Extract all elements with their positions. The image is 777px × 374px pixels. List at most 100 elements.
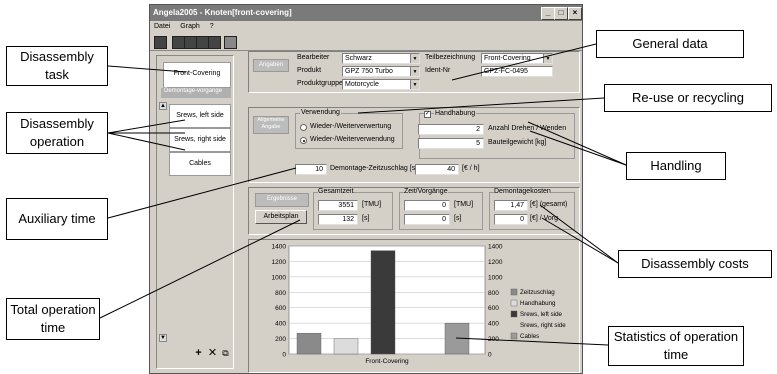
gesamtzeit-label: Gesamtzeit xyxy=(318,188,354,195)
y-tick-label-left: 200 xyxy=(275,336,286,343)
dropdown-arrow-icon: ▼ xyxy=(410,54,419,63)
zeit-tmu-field: 0 xyxy=(404,200,450,211)
dropdown-arrow-icon: ▼ xyxy=(410,67,419,76)
ergebnisse-button[interactable]: Ergebnisse xyxy=(255,193,309,207)
general-data-panel: Angaben Bearbeiter Schwarz ▼ Produkt GPZ … xyxy=(248,51,580,93)
x-category-label: Front-Covering xyxy=(365,358,409,365)
menu-bar: Datei Graph ? xyxy=(150,21,582,33)
close-icon[interactable]: × xyxy=(568,7,582,20)
y-tick-label-right: 200 xyxy=(488,336,499,343)
kosten-group: Demontagekosten 1,47 [€] (gesamt) 0 [€] … xyxy=(489,188,575,230)
drehen-field[interactable]: 2 xyxy=(418,124,484,135)
zeitzuschlag-label: Demontage-Zeitzuschlag [s] xyxy=(330,165,418,172)
main-panel: Angaben Bearbeiter Schwarz ▼ Produkt GPZ … xyxy=(238,51,580,373)
y-tick-label-left: 0 xyxy=(282,352,286,359)
window-title: Angela2005 - Knoten[front-covering] xyxy=(153,8,292,17)
y-tick-label-right: 400 xyxy=(488,321,499,328)
y-tick-label-left: 1200 xyxy=(272,259,287,266)
legend-label: Srews, right side xyxy=(520,322,566,329)
menu-datei[interactable]: Datei xyxy=(154,23,170,30)
y-tick-label-left: 400 xyxy=(275,321,286,328)
rate-field[interactable]: 40 xyxy=(415,164,459,175)
results-panel: Ergebnisse Arbeitsplan Gesamtzeit 3551 [… xyxy=(248,187,580,235)
copy-icon[interactable]: ⧉ xyxy=(220,348,231,359)
legend-swatch xyxy=(510,288,518,296)
callout-total-operation-time: Total operation time xyxy=(6,298,100,340)
delete-icon[interactable]: ✕ xyxy=(207,348,218,359)
details-panel: Allgemeine Angabe Verwendung Wieder-/Wei… xyxy=(248,107,580,183)
bearbeiter-select[interactable]: Schwarz ▼ xyxy=(342,53,420,64)
maximize-icon[interactable]: □ xyxy=(554,7,568,20)
bearbeiter-label: Bearbeiter xyxy=(297,54,330,61)
verwendung-label: Verwendung xyxy=(300,109,341,116)
legend-swatch xyxy=(510,332,518,340)
radio-weiterverwendung[interactable] xyxy=(300,137,307,144)
bar xyxy=(296,332,322,355)
y-tick-label-right: 1400 xyxy=(488,244,503,251)
minimize-icon[interactable]: _ xyxy=(541,7,555,20)
arbeitsplan-button[interactable]: Arbeitsplan xyxy=(255,210,307,224)
callout-reuse-recycling: Re-use or recycling xyxy=(604,84,772,112)
rate-label: [€ / h] xyxy=(462,165,480,172)
chart-panel: 0 0 200 200 400 400 600 600 800 800 1000 1000 1200 12… xyxy=(248,239,580,373)
menu-graph[interactable]: Graph xyxy=(180,23,199,30)
y-tick-label-right: 1000 xyxy=(488,274,503,281)
produkt-label: Produkt xyxy=(297,67,322,74)
teilbezeichnung-select[interactable]: Front-Covering ▼ xyxy=(481,53,553,64)
produkt-select[interactable]: GPZ 750 Turbo ▼ xyxy=(342,66,420,77)
legend-swatch xyxy=(510,310,518,318)
teilbezeichnung-label: Teilbezeichnung xyxy=(425,54,476,61)
zeit-vorgaenge-group: Zeit/Vorgänge 0 [TMU] 0 [s] xyxy=(399,188,483,230)
kosten-vorg-field: 0 xyxy=(494,214,528,225)
application-window: Angela2005 - Knoten[front-covering] _ □ … xyxy=(149,4,583,374)
y-tick-label-left: 1400 xyxy=(272,244,287,251)
gewicht-field[interactable]: 5 xyxy=(418,138,484,149)
operation-screws-left[interactable]: Srews, left side xyxy=(169,104,231,128)
zeitzuschlag-field[interactable]: 10 xyxy=(295,164,327,175)
callout-auxiliary-time: Auxiliary time xyxy=(6,198,108,240)
zeit-vorgaenge-label: Zeit/Vorgänge xyxy=(404,188,448,195)
bar xyxy=(333,338,359,355)
title-bar: Angela2005 - Knoten[front-covering] _ □ … xyxy=(150,5,582,21)
scroll-down-icon[interactable]: ▼ xyxy=(159,334,167,342)
legend-label: Srews, left side xyxy=(520,311,563,318)
radio-weiterverwertung[interactable] xyxy=(300,124,307,131)
s-unit: [s] xyxy=(362,215,370,222)
book-icon[interactable] xyxy=(208,36,221,49)
bar xyxy=(370,250,396,355)
angaben-tab[interactable]: Angaben xyxy=(253,59,289,72)
legend-swatch xyxy=(510,299,518,307)
menu-help[interactable]: ? xyxy=(210,23,214,30)
drehen-label: Anzahl Drehen / Wenden xyxy=(488,125,567,132)
help-icon[interactable] xyxy=(224,36,237,49)
handhabung-checkbox[interactable]: ✓ xyxy=(424,111,431,118)
operation-screws-right[interactable]: Srews, right side xyxy=(169,128,231,152)
handhabung-label: Handhabung xyxy=(434,110,477,117)
callout-general-data: General data xyxy=(596,30,744,58)
add-icon[interactable]: + xyxy=(193,348,204,359)
y-tick-label-right: 1200 xyxy=(488,259,503,266)
kosten-gesamt-field: 1,47 xyxy=(494,200,528,211)
gesamtzeit-group: Gesamtzeit 3551 [TMU] 132 [s] xyxy=(313,188,393,230)
legend-label: Zeitzuschlag xyxy=(520,289,555,296)
bar xyxy=(444,322,470,355)
ident-field[interactable]: GPZ-FC-0495 xyxy=(481,66,553,77)
scroll-up-icon[interactable]: ▲ xyxy=(159,102,167,110)
y-tick-label-right: 0 xyxy=(488,352,492,359)
y-tick-label-left: 600 xyxy=(275,305,286,312)
callout-disassembly-costs: Disassembly costs xyxy=(618,250,772,278)
y-tick-label-left: 800 xyxy=(275,290,286,297)
operation-time-chart: 0 0 200 200 400 400 600 600 800 800 1000 1000 1200 12… xyxy=(272,244,567,366)
operation-cables[interactable]: Cables xyxy=(169,152,231,176)
produktgruppe-select[interactable]: Motorcycle ▼ xyxy=(342,79,420,90)
callout-handling: Handling xyxy=(626,152,726,180)
toolbar xyxy=(150,33,582,51)
task-front-covering[interactable]: Front-Covering xyxy=(163,62,231,88)
y-tick-label-right: 600 xyxy=(488,305,499,312)
allgemeine-angabe-tab[interactable]: Allgemeine Angabe xyxy=(253,116,289,134)
save-icon[interactable] xyxy=(154,36,167,49)
legend-label: Handhabung xyxy=(520,300,556,307)
kosten-gesamt-unit: [€] (gesamt) xyxy=(530,201,568,208)
tmu-unit: [TMU] xyxy=(362,201,382,208)
kosten-vorg-unit: [€] / Vorg xyxy=(530,215,559,222)
